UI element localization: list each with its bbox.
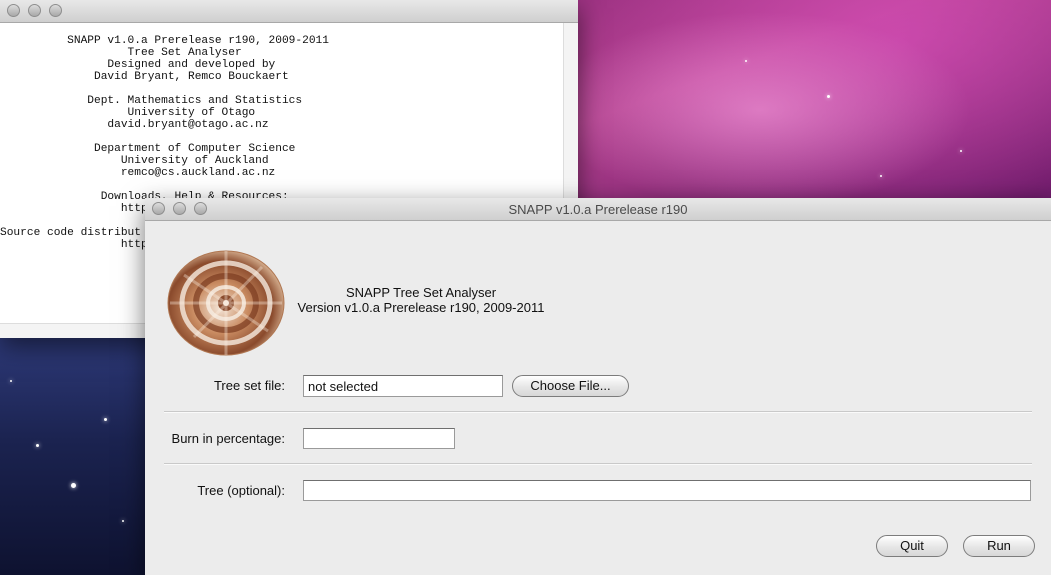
traffic-light-minimize-icon[interactable] xyxy=(28,4,41,17)
app-version: Version v1.0.a Prerelease r190, 2009-201… xyxy=(297,300,545,315)
app-heading: SNAPP Tree Set Analyser Version v1.0.a P… xyxy=(291,285,551,315)
tree-optional-label: Tree (optional): xyxy=(197,483,285,498)
star xyxy=(960,150,962,152)
dialog-titlebar[interactable]: SNAPP v1.0.a Prerelease r190 xyxy=(145,198,1051,221)
window-title: SNAPP v1.0.a Prerelease r190 xyxy=(508,202,688,217)
app-name: SNAPP Tree Set Analyser xyxy=(345,285,497,300)
tree-set-file-label: Tree set file: xyxy=(213,378,285,393)
tree-set-file-field[interactable] xyxy=(303,375,503,397)
star xyxy=(122,520,124,522)
tree-optional-field[interactable] xyxy=(303,480,1031,501)
separator xyxy=(164,411,1032,413)
burn-in-label: Burn in percentage: xyxy=(171,431,285,446)
dialog-body: SNAPP Tree Set Analyser Version v1.0.a P… xyxy=(145,221,1051,575)
burn-in-field[interactable] xyxy=(303,428,455,449)
about-titlebar[interactable] xyxy=(0,0,578,23)
separator xyxy=(164,463,1032,465)
run-button[interactable]: Run xyxy=(963,535,1035,557)
star xyxy=(104,418,107,421)
star xyxy=(36,444,39,447)
choose-file-button[interactable]: Choose File... xyxy=(512,375,629,397)
star xyxy=(745,60,747,62)
snapp-dialog-window: SNAPP v1.0.a Prerelease r190 SNAPP Tree … xyxy=(145,198,1051,575)
star xyxy=(10,380,12,382)
star xyxy=(71,483,76,488)
star xyxy=(827,95,830,98)
traffic-light-zoom-icon[interactable] xyxy=(49,4,62,17)
star xyxy=(880,175,882,177)
quit-button[interactable]: Quit xyxy=(876,535,948,557)
shell-logo-icon xyxy=(167,250,285,356)
traffic-light-close-icon[interactable] xyxy=(7,4,20,17)
